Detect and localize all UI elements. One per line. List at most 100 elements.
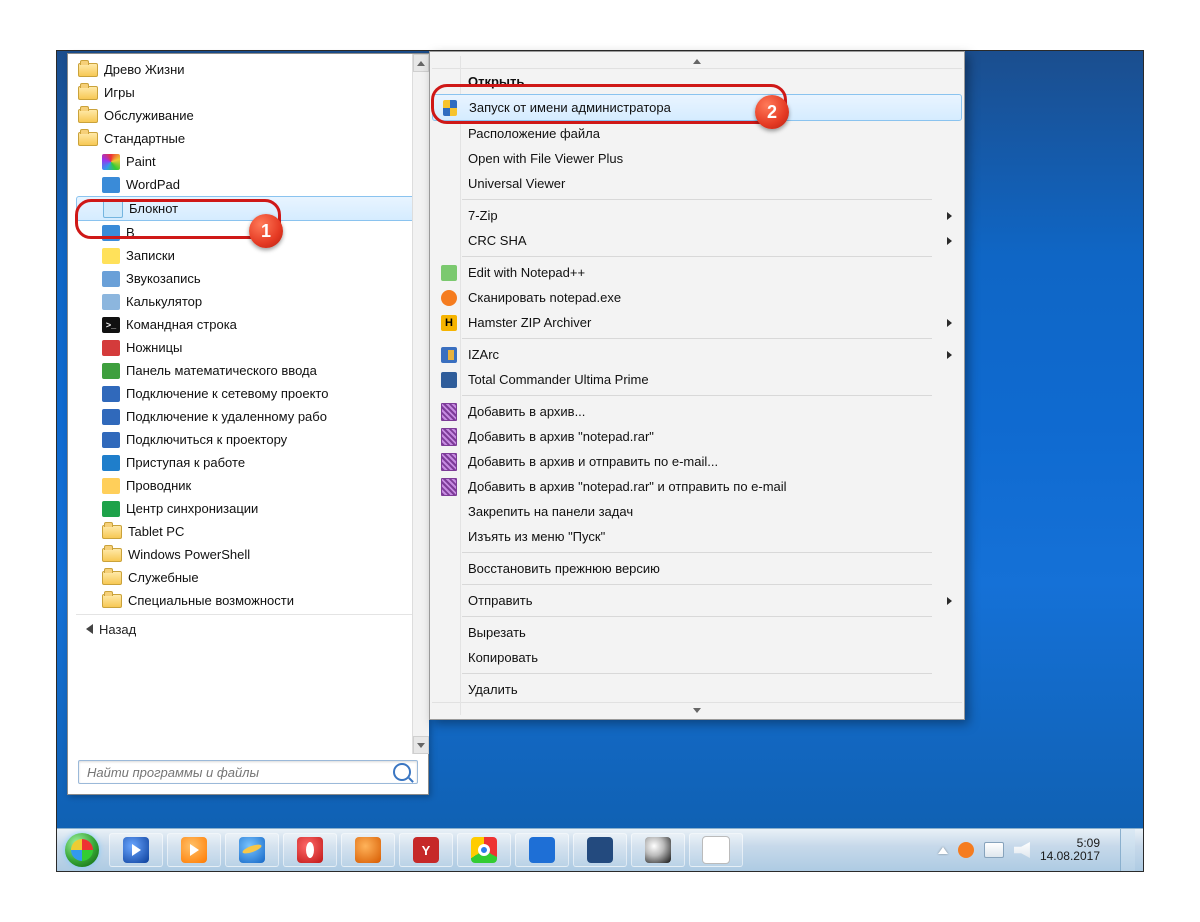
start-folder[interactable]: Служебные [76, 566, 422, 589]
start-app-item[interactable]: Приступая к работе [76, 451, 422, 474]
context-menu-item[interactable]: Расположение файла [432, 121, 962, 146]
start-app-label: В [126, 225, 135, 240]
start-button[interactable] [57, 829, 107, 871]
wmpo-icon [181, 837, 207, 863]
start-folder[interactable]: Обслуживание [76, 104, 422, 127]
chevron-up-icon [693, 59, 701, 64]
context-menu-item-label: Закрепить на панели задач [468, 504, 633, 519]
taskbar-button-doc[interactable] [689, 833, 743, 867]
start-folder[interactable]: Древо Жизни [76, 58, 422, 81]
start-app-item[interactable]: Подключение к сетевому проекто [76, 382, 422, 405]
search-input[interactable] [85, 764, 393, 781]
context-menu-item[interactable]: Total Commander Ultima Prime [432, 367, 962, 392]
context-menu-item[interactable]: 7-Zip [432, 203, 962, 228]
start-folder[interactable]: Стандартные [76, 127, 422, 150]
start-app-item[interactable]: Проводник [76, 474, 422, 497]
context-menu-item[interactable]: Удалить [432, 677, 962, 702]
context-menu-item[interactable]: Закрепить на панели задач [432, 499, 962, 524]
context-menu-item[interactable]: Вырезать [432, 620, 962, 645]
separator [76, 614, 422, 615]
start-app-item[interactable]: Звукозапись [76, 267, 422, 290]
start-menu: Древо ЖизниИгрыОбслуживаниеСтандартные Pa… [67, 53, 429, 795]
taskbar-button-wmp[interactable] [109, 833, 163, 867]
ff-icon [355, 837, 381, 863]
context-menu-item[interactable]: Открыть [432, 69, 962, 94]
context-menu-item[interactable]: Сканировать notepad.exe [432, 285, 962, 310]
context-menu-item[interactable]: Open with File Viewer Plus [432, 146, 962, 171]
taskbar-button-ie[interactable] [225, 833, 279, 867]
folder-icon [78, 63, 98, 77]
start-folder[interactable]: Windows PowerShell [76, 543, 422, 566]
notepadpp-icon [441, 265, 457, 281]
tray-overflow-icon[interactable] [938, 847, 948, 854]
start-menu-program-list[interactable]: Древо ЖизниИгрыОбслуживаниеСтандартные Pa… [76, 58, 422, 752]
start-app-item[interactable]: Калькулятор [76, 290, 422, 313]
context-menu-overflow-down[interactable] [432, 702, 962, 717]
tray-clock[interactable]: 5:09 14.08.2017 [1040, 837, 1104, 862]
taskbar-button-ch[interactable] [457, 833, 511, 867]
tray-volume-icon[interactable] [1014, 842, 1030, 858]
taskbar-button-wmpo[interactable] [167, 833, 221, 867]
start-app-label: Подключиться к проектору [126, 432, 287, 447]
start-app-item[interactable]: Paint [76, 150, 422, 173]
context-menu-item-label: Восстановить прежнюю версию [468, 561, 660, 576]
context-menu-item[interactable]: Добавить в архив "notepad.rar" [432, 424, 962, 449]
start-back-button[interactable]: Назад [76, 617, 422, 641]
context-menu-item[interactable]: Добавить в архив "notepad.rar" и отправи… [432, 474, 962, 499]
tray-network-icon[interactable] [984, 842, 1004, 858]
taskbar-button-ball[interactable] [631, 833, 685, 867]
taskbar-button-yb[interactable] [399, 833, 453, 867]
context-menu-item[interactable]: Добавить в архив... [432, 399, 962, 424]
start-app-item[interactable]: Записки [76, 244, 422, 267]
context-menu-item[interactable]: CRC SHA [432, 228, 962, 253]
doc-icon [702, 836, 730, 864]
context-menu-item[interactable]: Восстановить прежнюю версию [432, 556, 962, 581]
context-menu-item[interactable]: Запуск от имени администратора [432, 94, 962, 121]
context-menu-item-label: Total Commander Ultima Prime [468, 372, 649, 387]
separator [462, 673, 932, 674]
start-app-item[interactable]: WordPad [76, 173, 422, 196]
start-folder[interactable]: Tablet PC [76, 520, 422, 543]
tray-avast-icon[interactable] [958, 842, 974, 858]
start-menu-search[interactable] [78, 760, 418, 784]
context-menu-item-label: Universal Viewer [468, 176, 565, 191]
start-folder[interactable]: Специальные возможности [76, 589, 422, 612]
show-desktop-button[interactable] [1120, 829, 1135, 871]
start-folder[interactable]: Игры [76, 81, 422, 104]
start-app-item[interactable]: Панель математического ввода [76, 359, 422, 382]
taskbar-button-opera[interactable] [283, 833, 337, 867]
context-menu-item-label: Добавить в архив... [468, 404, 585, 419]
start-app-item[interactable]: В [76, 221, 422, 244]
start-app-item[interactable]: Подключение к удаленному рабо [76, 405, 422, 428]
start-app-item[interactable]: Подключиться к проектору [76, 428, 422, 451]
folder-icon [78, 86, 98, 100]
context-menu-item-label: Открыть [468, 74, 524, 89]
start-app-item[interactable]: Ножницы [76, 336, 422, 359]
start-app-label: Командная строка [126, 317, 237, 332]
separator [462, 395, 932, 396]
start-app-item[interactable]: >_Командная строка [76, 313, 422, 336]
context-menu-item[interactable]: Добавить в архив и отправить по e-mail..… [432, 449, 962, 474]
start-menu-scrollbar[interactable] [412, 54, 429, 754]
taskbar-button-ff[interactable] [341, 833, 395, 867]
context-menu-item[interactable]: HHamster ZIP Archiver [432, 310, 962, 335]
yb-icon [413, 837, 439, 863]
context-menu-item[interactable]: IZArc [432, 342, 962, 367]
context-menu-item-label: Добавить в архив "notepad.rar" и отправи… [468, 479, 787, 494]
start-app-item[interactable]: Центр синхронизации [76, 497, 422, 520]
rec-icon [102, 271, 120, 287]
context-menu-overflow-up[interactable] [432, 54, 962, 69]
context-menu-item[interactable]: Отправить [432, 588, 962, 613]
context-menu-item[interactable]: Изъять из меню "Пуск" [432, 524, 962, 549]
context-menu-item[interactable]: Edit with Notepad++ [432, 260, 962, 285]
taskbar-button-mx[interactable] [515, 833, 569, 867]
scroll-up-button[interactable] [413, 54, 429, 72]
scroll-down-button[interactable] [413, 736, 429, 754]
start-app-item[interactable]: Блокнот [76, 196, 422, 221]
start-app-label: WordPad [126, 177, 180, 192]
context-menu-item[interactable]: Universal Viewer [432, 171, 962, 196]
taskbar-button-tc[interactable] [573, 833, 627, 867]
start-app-label: Центр синхронизации [126, 501, 258, 516]
context-menu-item[interactable]: Копировать [432, 645, 962, 670]
start-app-label: Paint [126, 154, 156, 169]
